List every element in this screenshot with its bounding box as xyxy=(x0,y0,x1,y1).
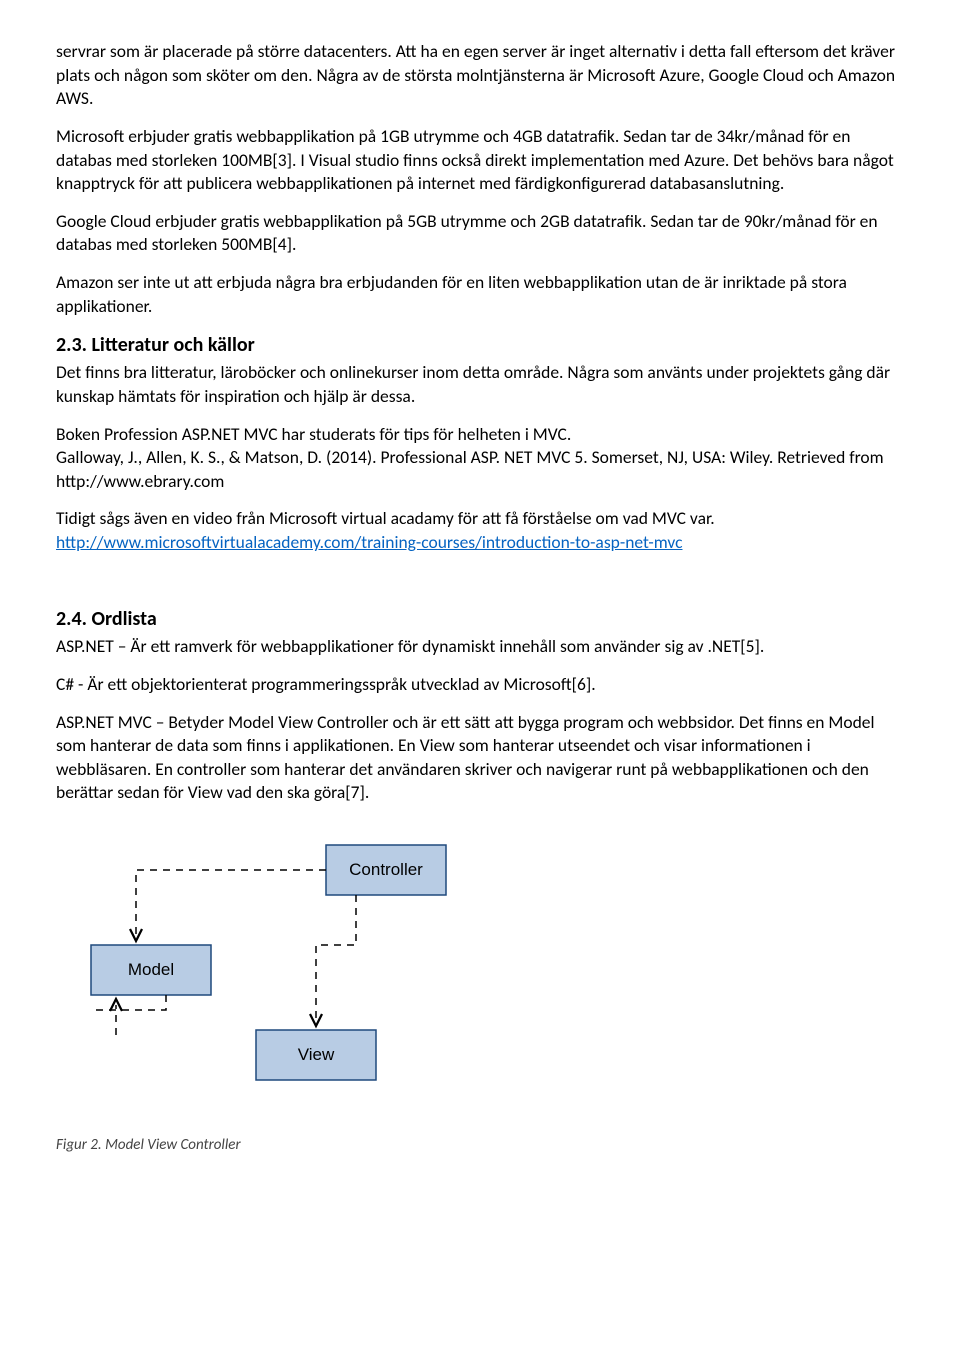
mvc-diagram: Controller Model View xyxy=(56,835,904,1095)
section-2-3-intro: Det finns bra litteratur, läroböcker och… xyxy=(56,361,904,408)
book-reference: Boken Profession ASP.NET MVC har studera… xyxy=(56,423,904,494)
book-line-2: Galloway, J., Allen, K. S., & Matson, D.… xyxy=(56,446,884,492)
section-2-3-heading: 2.3. Litteratur och källor xyxy=(56,332,904,359)
video-line: Tidigt sågs även en video från Microsoft… xyxy=(56,507,715,529)
video-reference: Tidigt sågs även en video från Microsoft… xyxy=(56,507,904,554)
controller-label: Controller xyxy=(349,860,423,879)
intro-paragraph-2: Microsoft erbjuder gratis webbapplikatio… xyxy=(56,125,904,196)
edge-controller-to-view xyxy=(316,895,356,1020)
intro-paragraph-4: Amazon ser inte ut att erbjuda några bra… xyxy=(56,271,904,318)
view-label: View xyxy=(298,1045,335,1064)
ordlista-mvc: ASP.NET MVC – Betyder Model View Control… xyxy=(56,711,904,806)
book-line-1: Boken Profession ASP.NET MVC har studera… xyxy=(56,423,571,445)
edge-model-return-seg1 xyxy=(94,995,166,1010)
edge-controller-to-model xyxy=(136,870,326,935)
intro-paragraph-1: servrar som är placerade på större datac… xyxy=(56,40,904,111)
model-label: Model xyxy=(128,960,174,979)
section-2-4-heading: 2.4. Ordlista xyxy=(56,606,904,633)
ordlista-aspnet: ASP.NET – Är ett ramverk för webbapplika… xyxy=(56,635,904,659)
mvc-diagram-svg: Controller Model View xyxy=(56,835,476,1095)
intro-paragraph-3: Google Cloud erbjuder gratis webbapplika… xyxy=(56,210,904,257)
video-link[interactable]: http://www.microsoftvirtualacademy.com/t… xyxy=(56,531,682,553)
figure-caption: Figur 2. Model View Controller xyxy=(56,1135,904,1155)
ordlista-csharp: C# - Är ett objektorienterat programmeri… xyxy=(56,673,904,697)
